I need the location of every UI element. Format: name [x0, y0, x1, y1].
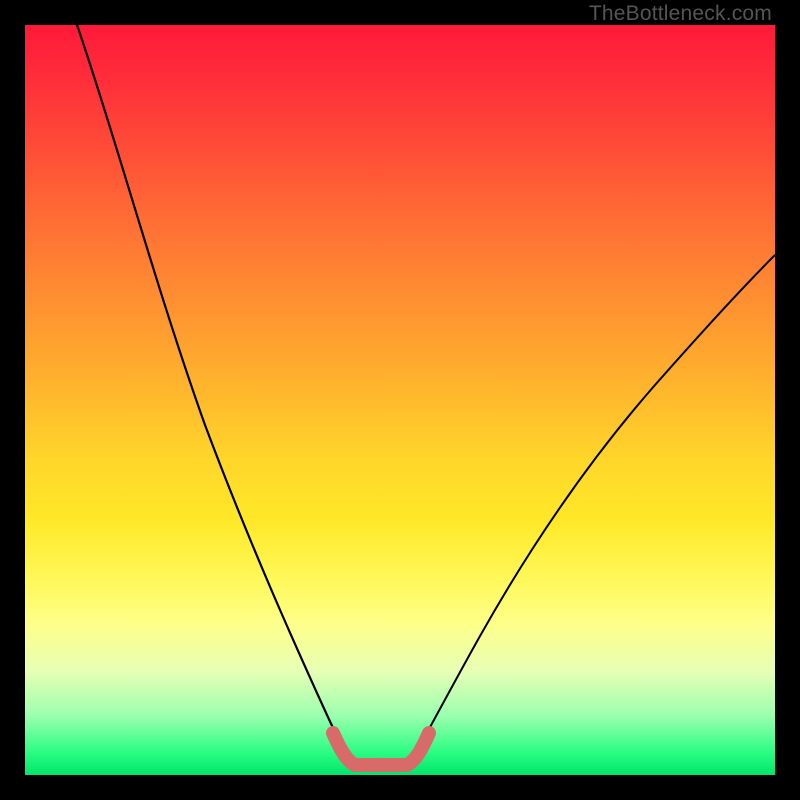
- curve-overlay: [25, 25, 775, 775]
- left-curve: [77, 25, 351, 760]
- right-curve: [412, 255, 775, 760]
- watermark-text: TheBottleneck.com: [589, 2, 772, 26]
- plot-area: [25, 25, 775, 775]
- bottom-band: [333, 733, 429, 765]
- chart-frame: TheBottleneck.com: [0, 0, 800, 800]
